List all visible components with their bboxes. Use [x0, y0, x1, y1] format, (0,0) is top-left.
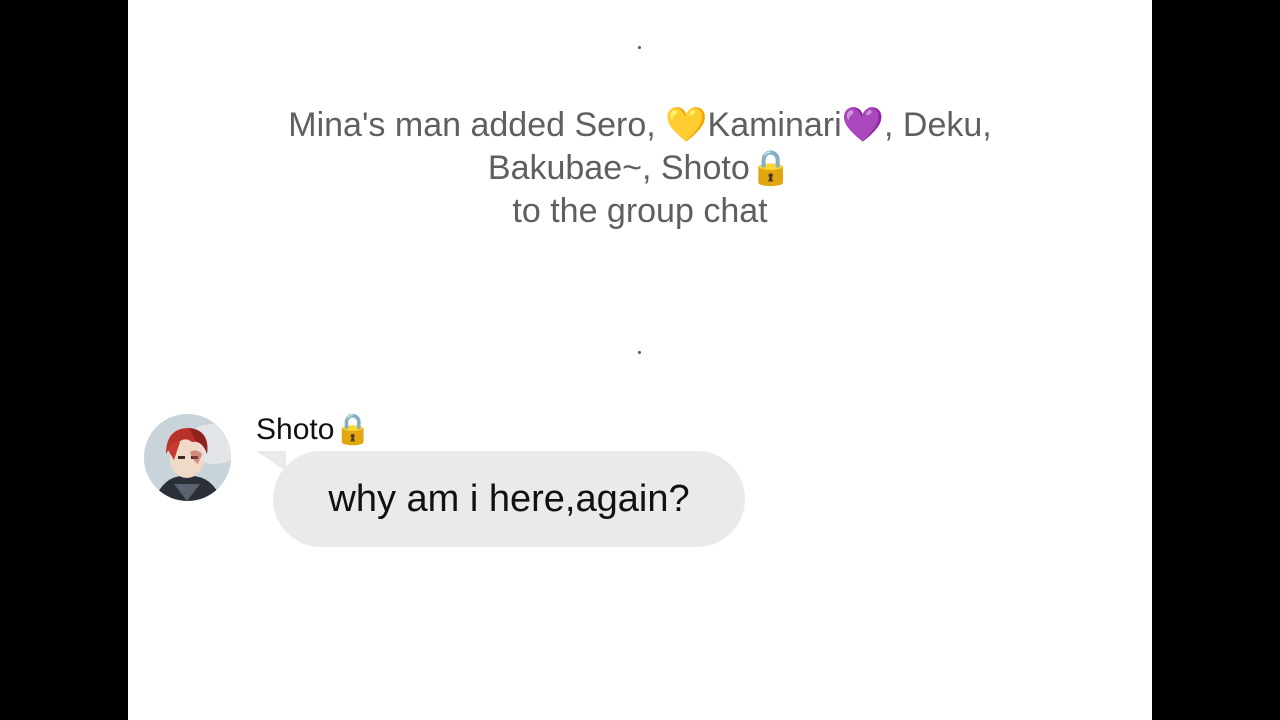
- system-message-line-3: to the group chat: [512, 192, 768, 230]
- purple-heart-icon: 💜: [841, 105, 885, 145]
- separator-dot: [638, 351, 641, 354]
- system-message-line-2: Bakubae~, Shoto🔒: [128, 147, 1152, 190]
- system-text: , Deku,: [884, 106, 992, 144]
- message-bubble-tail: [256, 451, 286, 471]
- separator-dot: [638, 46, 641, 49]
- member-name-kaminari: Kaminari: [707, 106, 842, 144]
- message-text: why am i here,again?: [328, 477, 690, 520]
- avatar-image: [144, 414, 231, 501]
- system-text: Mina's man added Sero,: [288, 106, 666, 144]
- sender-name-text: Shoto: [256, 413, 335, 446]
- chat-screen: Mina's man added Sero, 💛Kaminari💜, Deku,…: [128, 0, 1152, 720]
- system-message: Mina's man added Sero, 💛Kaminari💜, Deku,…: [128, 104, 1152, 233]
- system-message-line-1: Mina's man added Sero, 💛Kaminari💜, Deku,: [128, 104, 1152, 147]
- avatar-shoto-icon[interactable]: [144, 414, 231, 501]
- lock-icon: 🔒: [334, 412, 372, 447]
- yellow-heart-icon: 💛: [665, 105, 708, 145]
- lock-icon: 🔒: [749, 148, 793, 188]
- message-bubble[interactable]: why am i here,again?: [273, 451, 745, 547]
- sender-name: Shoto🔒: [256, 410, 372, 450]
- system-text: Bakubae~, Shoto: [487, 149, 750, 187]
